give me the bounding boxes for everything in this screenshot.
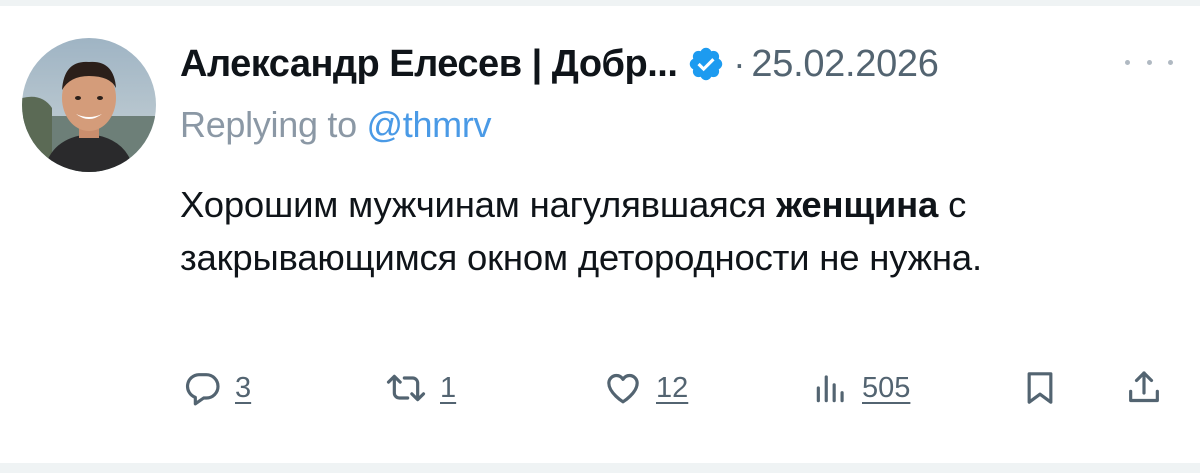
- author-name[interactable]: Александр Елесев | Добр...: [180, 43, 678, 86]
- more-dot: [1168, 59, 1173, 65]
- replying-prefix: Replying to: [180, 104, 367, 145]
- bookmark-button[interactable]: [1020, 360, 1060, 416]
- replying-handle-link[interactable]: @thmrv: [367, 104, 492, 145]
- bookmark-icon: [1027, 372, 1053, 404]
- share-button[interactable]: [1124, 360, 1164, 416]
- tweet-header: Александр Елесев | Добр... · 25.02.2026: [180, 36, 939, 92]
- retweet-count: 1: [440, 371, 457, 404]
- bottom-divider: [0, 463, 1200, 473]
- heart-icon: [607, 373, 639, 404]
- top-divider: [0, 0, 1200, 6]
- retweet-button[interactable]: 1: [384, 360, 456, 416]
- reply-button[interactable]: 3: [183, 360, 251, 416]
- timestamp[interactable]: 25.02.2026: [751, 43, 938, 86]
- header-separator: ·: [733, 43, 746, 84]
- avatar[interactable]: [22, 38, 156, 172]
- reply-icon: [185, 373, 220, 406]
- action-bar: 3 1 12 505: [0, 360, 1200, 416]
- more-options-icon[interactable]: [1125, 52, 1173, 72]
- views-button[interactable]: 505: [812, 360, 910, 416]
- replying-to: Replying to @thmrv: [180, 104, 492, 146]
- views-count: 505: [862, 371, 911, 404]
- views-bar-chart-icon: [816, 375, 844, 403]
- reply-count: 3: [235, 371, 252, 404]
- like-button[interactable]: 12: [602, 360, 688, 416]
- more-dot: [1146, 59, 1152, 65]
- share-icon: [1129, 371, 1159, 403]
- more-dot: [1125, 59, 1130, 65]
- like-count: 12: [656, 371, 689, 404]
- verified-badge-icon: [690, 47, 723, 81]
- avatar-photo: [22, 38, 156, 172]
- retweet-icon: [386, 374, 426, 402]
- tweet-text-part1: Хорошим мужчинам нагулявшаяся: [180, 184, 777, 225]
- tweet-text: Хорошим мужчинам нагулявшаяся женщина с …: [180, 178, 1170, 284]
- tweet-text-bold: женщина: [776, 184, 939, 225]
